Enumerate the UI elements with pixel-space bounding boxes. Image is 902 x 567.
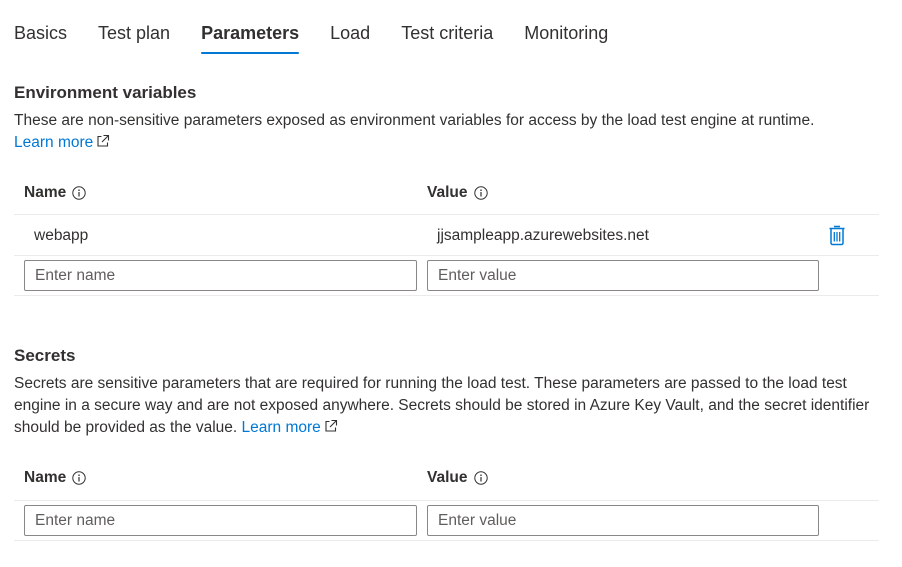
secrets-name-header: Name [24,469,86,487]
divider [14,255,879,256]
divider [14,214,879,215]
info-icon[interactable] [72,186,86,200]
secrets-learn-more-label: Learn more [241,419,321,436]
secrets-description-text: Secrets are sensitive parameters that ar… [14,375,870,436]
tab-basics[interactable]: Basics [14,0,67,60]
tab-bar: Basics Test plan Parameters Load Test cr… [14,0,639,60]
env-learn-more-label: Learn more [14,134,94,151]
info-icon[interactable] [72,471,86,485]
env-value-header: Value [427,184,488,202]
env-name-input[interactable] [24,260,417,291]
env-section-title: Environment variables [14,83,197,102]
tab-monitoring[interactable]: Monitoring [524,0,608,60]
trash-icon[interactable] [828,224,846,246]
divider [14,540,879,541]
env-name-header: Name [24,184,86,202]
tab-test-plan[interactable]: Test plan [98,0,170,60]
secrets-name-header-label: Name [24,469,67,486]
tab-test-criteria[interactable]: Test criteria [401,0,493,60]
secrets-description: Secrets are sensitive parameters that ar… [14,373,884,439]
secret-name-input[interactable] [24,505,417,536]
info-icon[interactable] [473,471,488,485]
env-row-name: webapp [34,227,89,244]
secrets-section-title: Secrets [14,346,76,365]
secret-value-input[interactable] [427,505,819,536]
env-value-input[interactable] [427,260,819,291]
env-value-header-label: Value [427,184,468,201]
divider [14,500,879,501]
external-link-icon [325,419,337,432]
secrets-learn-more-link[interactable]: Learn more [242,419,338,436]
divider [14,295,879,296]
env-row-value: jjsampleapp.azurewebsites.net [437,227,649,244]
secrets-value-header-label: Value [427,469,468,486]
env-name-header-label: Name [24,184,67,201]
tab-load[interactable]: Load [330,0,370,60]
env-description-text: These are non-sensitive parameters expos… [14,112,815,129]
external-link-icon [97,134,110,147]
info-icon[interactable] [473,186,488,200]
env-description: These are non-sensitive parameters expos… [14,110,884,154]
tab-parameters[interactable]: Parameters [201,0,300,60]
secrets-value-header: Value [427,469,488,487]
env-learn-more-link[interactable]: Learn more [14,134,110,151]
